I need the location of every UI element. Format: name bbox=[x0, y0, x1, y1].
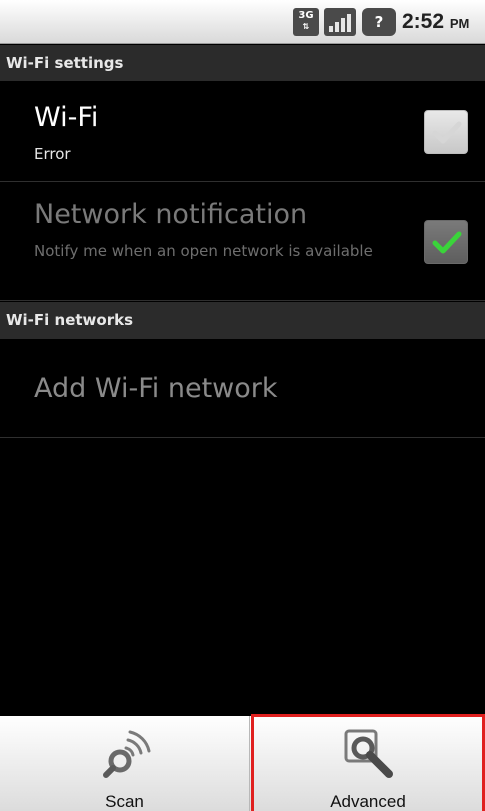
battery-icon: ? bbox=[362, 8, 396, 36]
network-notification-row[interactable]: Network notification Notify me when an o… bbox=[0, 182, 485, 301]
signal-strength-icon bbox=[324, 8, 356, 36]
options-menu: Scan Advanced bbox=[0, 716, 485, 811]
network-3g-icon: 3G ⇅ bbox=[293, 8, 319, 36]
data-activity-arrows: ⇅ bbox=[302, 22, 310, 31]
clock: 2:52 PM bbox=[402, 9, 469, 37]
add-wifi-network-row[interactable]: Add Wi-Fi network bbox=[0, 339, 485, 438]
wifi-toggle-row[interactable]: Wi-Fi Error bbox=[0, 81, 485, 182]
scan-wifi-icon bbox=[103, 730, 151, 778]
checkmark-icon bbox=[432, 231, 462, 254]
network-notification-title: Network notification bbox=[34, 199, 308, 230]
section-header-wifi-settings: Wi-Fi settings bbox=[0, 45, 485, 81]
advanced-menu-label: Advanced bbox=[330, 792, 406, 811]
clock-time: 2:52 bbox=[402, 10, 445, 33]
clock-ampm: PM bbox=[449, 16, 470, 31]
scan-menu-label: Scan bbox=[105, 792, 144, 811]
network-notification-summary: Notify me when an open network is availa… bbox=[34, 242, 373, 260]
advanced-menu-item[interactable]: Advanced bbox=[251, 716, 485, 811]
advanced-settings-icon bbox=[344, 729, 393, 778]
status-bar: 3G ⇅ ? 2:52 PM bbox=[0, 0, 485, 44]
wifi-checkbox[interactable] bbox=[424, 110, 468, 154]
network-notification-checkbox[interactable] bbox=[424, 220, 468, 264]
wifi-summary: Error bbox=[34, 145, 71, 163]
add-wifi-network-label: Add Wi-Fi network bbox=[34, 373, 278, 404]
network-type-label: 3G bbox=[298, 10, 314, 21]
section-header-wifi-networks: Wi-Fi networks bbox=[0, 302, 485, 339]
scan-menu-item[interactable]: Scan bbox=[0, 716, 250, 811]
checkmark-icon bbox=[432, 121, 462, 144]
wifi-title: Wi-Fi bbox=[34, 102, 99, 133]
